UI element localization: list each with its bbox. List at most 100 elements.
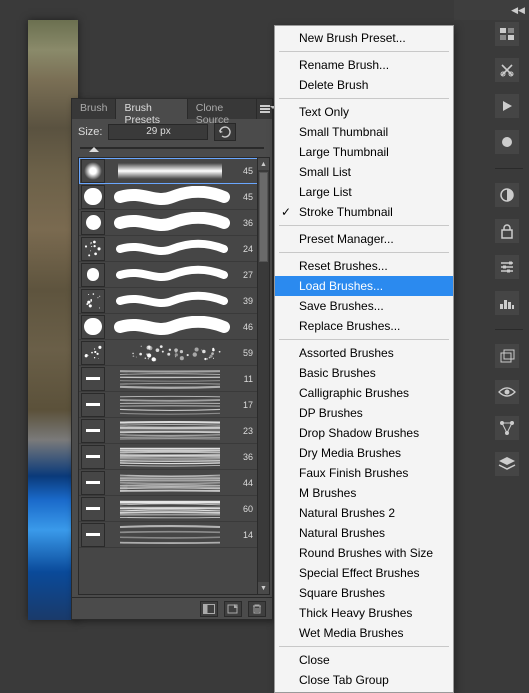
brush-tip-thumbnail — [81, 445, 105, 469]
brush-preset-row[interactable]: 36 — [79, 444, 269, 470]
brush-tip-thumbnail — [81, 263, 105, 287]
dock-separator — [495, 168, 523, 169]
paths-icon[interactable] — [495, 416, 519, 440]
play-icon[interactable] — [495, 94, 519, 118]
brush-stroke-thumbnail — [107, 186, 237, 208]
layers-icon[interactable] — [495, 452, 519, 476]
menu-item-round-brushes-with-size[interactable]: Round Brushes with Size — [275, 543, 453, 563]
menu-item-natural-brushes-2[interactable]: Natural Brushes 2 — [275, 503, 453, 523]
brush-tip-thumbnail — [81, 393, 105, 417]
size-slider[interactable] — [80, 145, 264, 151]
brush-tip-thumbnail — [81, 419, 105, 443]
brush-tip-thumbnail — [81, 237, 105, 261]
menu-separator — [279, 225, 449, 226]
menu-item-save-brushes[interactable]: Save Brushes... — [275, 296, 453, 316]
menu-item-dp-brushes[interactable]: DP Brushes — [275, 403, 453, 423]
brush-preset-row[interactable]: 45 — [79, 184, 269, 210]
menu-item-small-thumbnail[interactable]: Small Thumbnail — [275, 122, 453, 142]
brush-preset-row[interactable]: 44 — [79, 470, 269, 496]
brush-size-label: 59 — [237, 348, 255, 358]
brush-preset-row[interactable]: 11 — [79, 366, 269, 392]
menu-item-wet-media-brushes[interactable]: Wet Media Brushes — [275, 623, 453, 643]
record-icon[interactable] — [495, 130, 519, 154]
scroll-down-button[interactable]: ▼ — [258, 582, 269, 594]
brush-tip-thumbnail — [81, 341, 105, 365]
layers-fx-icon[interactable] — [495, 344, 519, 368]
menu-item-rename-brush[interactable]: Rename Brush... — [275, 55, 453, 75]
menu-item-text-only[interactable]: Text Only — [275, 102, 453, 122]
menu-item-large-list[interactable]: Large List — [275, 182, 453, 202]
menu-item-faux-finish-brushes[interactable]: Faux Finish Brushes — [275, 463, 453, 483]
brush-preset-row[interactable]: 23 — [79, 418, 269, 444]
menu-item-calligraphic-brushes[interactable]: Calligraphic Brushes — [275, 383, 453, 403]
brush-size-label: 45 — [237, 166, 255, 176]
brush-tip-thumbnail — [81, 367, 105, 391]
menu-item-assorted-brushes[interactable]: Assorted Brushes — [275, 343, 453, 363]
menu-item-preset-manager[interactable]: Preset Manager... — [275, 229, 453, 249]
menu-separator — [279, 98, 449, 99]
new-preset-button[interactable] — [224, 601, 242, 617]
menu-item-basic-brushes[interactable]: Basic Brushes — [275, 363, 453, 383]
histogram-icon[interactable] — [495, 291, 519, 315]
brush-preset-row[interactable]: 17 — [79, 392, 269, 418]
panel-tabs: Brush Brush Presets Clone Source — [72, 99, 272, 119]
size-value-field[interactable]: 29 px — [108, 124, 208, 140]
delete-preset-button[interactable] — [248, 601, 266, 617]
brush-preset-row[interactable]: 27 — [79, 262, 269, 288]
menu-item-square-brushes[interactable]: Square Brushes — [275, 583, 453, 603]
adjustments-icon[interactable] — [495, 255, 519, 279]
brush-stroke-thumbnail — [107, 524, 237, 546]
tab-brush-presets[interactable]: Brush Presets — [116, 99, 187, 119]
menu-item-close[interactable]: Close — [275, 650, 453, 670]
tab-brush[interactable]: Brush — [72, 99, 116, 119]
menu-item-stroke-thumbnail[interactable]: Stroke Thumbnail — [275, 202, 453, 222]
brush-preset-row[interactable]: 24 — [79, 236, 269, 262]
brush-preset-row[interactable]: 59 — [79, 340, 269, 366]
brush-tip-thumbnail — [81, 315, 105, 339]
brush-stroke-thumbnail — [107, 368, 237, 390]
brush-presets-panel: Brush Brush Presets Clone Source Size: 2… — [71, 98, 273, 620]
menu-item-replace-brushes[interactable]: Replace Brushes... — [275, 316, 453, 336]
restore-original-size-button[interactable] — [214, 123, 236, 141]
dock-separator — [495, 329, 523, 330]
brush-preset-row[interactable]: 46 — [79, 314, 269, 340]
brush-size-label: 27 — [237, 270, 255, 280]
brush-tip-thumbnail — [81, 211, 105, 235]
brush-size-label: 14 — [237, 530, 255, 540]
menu-item-natural-brushes[interactable]: Natural Brushes — [275, 523, 453, 543]
menu-item-new-brush-preset[interactable]: New Brush Preset... — [275, 28, 453, 48]
menu-item-m-brushes[interactable]: M Brushes — [275, 483, 453, 503]
brush-stroke-thumbnail — [107, 212, 237, 234]
menu-item-thick-heavy-brushes[interactable]: Thick Heavy Brushes — [275, 603, 453, 623]
swatches-icon[interactable] — [495, 22, 519, 46]
panel-flyout-menu-button[interactable] — [257, 99, 272, 119]
collapse-left-icon[interactable]: ◀◀ — [511, 3, 525, 17]
menu-item-reset-brushes[interactable]: Reset Brushes... — [275, 256, 453, 276]
brush-preset-row[interactable]: 36 — [79, 210, 269, 236]
brush-size-label: 60 — [237, 504, 255, 514]
circle-contrast-icon[interactable] — [495, 183, 519, 207]
menu-item-drop-shadow-brushes[interactable]: Drop Shadow Brushes — [275, 423, 453, 443]
brush-preset-row[interactable]: 45 — [79, 158, 269, 184]
scroll-up-button[interactable]: ▲ — [258, 158, 269, 170]
menu-item-close-tab-group[interactable]: Close Tab Group — [275, 670, 453, 690]
menu-item-dry-media-brushes[interactable]: Dry Media Brushes — [275, 443, 453, 463]
eye-icon[interactable] — [495, 380, 519, 404]
menu-item-delete-brush[interactable]: Delete Brush — [275, 75, 453, 95]
toggle-brush-panel-button[interactable] — [200, 601, 218, 617]
menu-item-special-effect-brushes[interactable]: Special Effect Brushes — [275, 563, 453, 583]
scissors-icon[interactable] — [495, 58, 519, 82]
brush-list-scrollbar[interactable]: ▲ ▼ — [257, 158, 269, 594]
brush-tip-thumbnail — [81, 523, 105, 547]
brush-preset-row[interactable]: 14 — [79, 522, 269, 548]
brush-size-label: 23 — [237, 426, 255, 436]
menu-item-load-brushes[interactable]: Load Brushes... — [275, 276, 453, 296]
menu-item-large-thumbnail[interactable]: Large Thumbnail — [275, 142, 453, 162]
brush-preset-row[interactable]: 39 — [79, 288, 269, 314]
brush-preset-row[interactable]: 60 — [79, 496, 269, 522]
tab-clone-source[interactable]: Clone Source — [188, 99, 257, 119]
brush-stroke-thumbnail — [107, 498, 237, 520]
menu-item-small-list[interactable]: Small List — [275, 162, 453, 182]
scroll-thumb[interactable] — [259, 172, 268, 262]
lock-icon[interactable] — [495, 219, 519, 243]
